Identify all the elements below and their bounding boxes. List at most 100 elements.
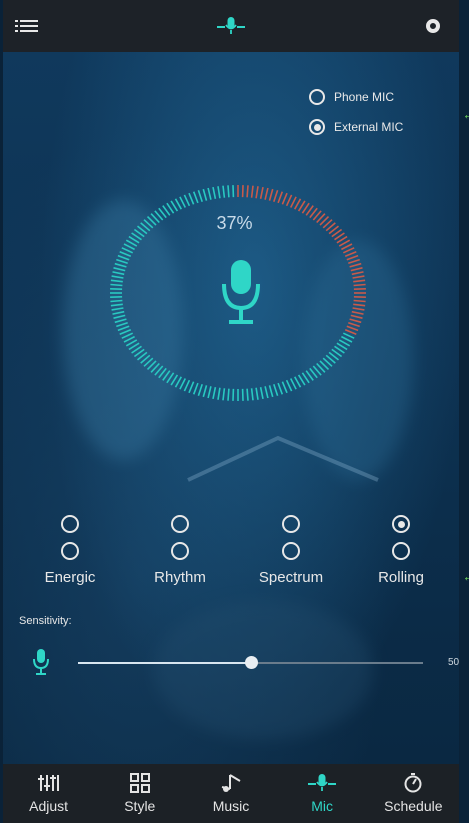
gauge-tick (342, 247, 355, 254)
tab-label: Style (124, 798, 156, 814)
tab-label: Music (212, 798, 250, 814)
gauge-tick (110, 299, 123, 303)
mode-label: Spectrum (258, 569, 324, 586)
gauge-tick (179, 196, 187, 208)
mode-radio[interactable] (392, 542, 410, 560)
gauge-tick (192, 382, 199, 395)
gauge-tick (250, 185, 254, 198)
mode-rhythm: Rhythm (135, 515, 225, 586)
gauge-tick (346, 254, 359, 261)
gauge-tick (350, 314, 363, 319)
gauge-tick (117, 325, 130, 332)
gauge-tick (222, 185, 226, 198)
gauge-tick (227, 388, 230, 401)
phone-mic-option[interactable]: Phone MIC (309, 82, 403, 112)
slider-fill (78, 662, 251, 664)
tab-label: Schedule (384, 798, 443, 814)
gauge-tick (255, 186, 259, 199)
gauge-tick (268, 385, 274, 398)
mode-radio[interactable] (171, 542, 189, 560)
annotation-arrow-icon: ← (462, 106, 469, 122)
gauge-tick (277, 382, 284, 395)
mode-radio[interactable] (61, 515, 79, 533)
menu-button[interactable] (3, 0, 55, 52)
gauge-tick (188, 381, 195, 394)
mode-radio[interactable] (61, 542, 79, 560)
microphone-icon (33, 649, 49, 675)
gauge-tick (285, 194, 293, 207)
gauge-tick (259, 186, 264, 199)
app-screen: Phone MIC External MIC 37% Energic Rhyth… (3, 0, 459, 823)
mic-icon (308, 774, 337, 791)
mode-spectrum: Spectrum (246, 515, 336, 586)
top-bar (3, 0, 459, 52)
external-mic-option[interactable]: External MIC (309, 112, 403, 142)
mode-label: Rhythm (154, 569, 206, 586)
external-mic-label: External MIC (334, 120, 404, 134)
phone-mic-radio[interactable] (309, 89, 325, 105)
gauge-tick (217, 387, 221, 400)
gauge-tick (114, 262, 127, 268)
settings-button[interactable] (407, 0, 459, 52)
tab-style[interactable]: Style (96, 764, 184, 823)
gauge-tick (119, 250, 132, 258)
tab-mic[interactable]: Mic (278, 764, 366, 823)
mode-energic: Energic (25, 515, 115, 586)
gauge-tick (294, 198, 302, 210)
gauge-tick (351, 310, 364, 315)
gauge-tick (222, 388, 226, 401)
menu-icon (15, 17, 38, 35)
slider-thumb[interactable] (244, 656, 258, 669)
gauge-tick (353, 299, 366, 303)
gauge-tick (110, 283, 123, 287)
background-blur (153, 600, 373, 740)
tab-adjust[interactable]: Adjust (5, 764, 93, 823)
external-mic-radio[interactable] (309, 119, 325, 135)
gauge-tick (174, 376, 182, 388)
gauge-tick (119, 328, 132, 336)
sensitivity-slider[interactable] (78, 656, 423, 669)
gauge-tick (197, 384, 203, 396)
gauge-tick (289, 196, 297, 208)
gauge-tick (281, 381, 288, 394)
mode-label: Rolling (378, 569, 424, 586)
settings-icon (426, 19, 440, 33)
gauge-tick (117, 254, 130, 261)
gauge-tick (264, 386, 269, 399)
gauge-tick (349, 262, 362, 268)
gauge-tick (197, 190, 203, 202)
microphone-icon (222, 260, 260, 324)
gauge-tick (255, 387, 259, 400)
gauge-tick (344, 328, 357, 336)
mode-radio[interactable] (282, 515, 300, 533)
music-icon (221, 774, 241, 792)
gauge-tick (268, 188, 274, 201)
background-decoration (187, 435, 379, 482)
gauge-tick (113, 267, 126, 272)
gauge-tick (188, 192, 195, 205)
gauge-tick (264, 187, 269, 200)
gauge-tick (246, 185, 249, 198)
gauge-tick (112, 310, 125, 315)
gauge-tick (192, 191, 199, 204)
gauge-tick (207, 187, 212, 200)
tab-schedule[interactable]: Schedule (369, 764, 457, 823)
mode-rolling: Rolling (356, 515, 446, 586)
gauge-tick (116, 321, 128, 328)
mode-radio[interactable] (171, 515, 189, 533)
gauge-tick (246, 388, 249, 401)
gauge-tick (285, 379, 293, 392)
mode-radio[interactable] (282, 542, 300, 560)
tab-label: Mic (311, 798, 334, 814)
gauge-tick (273, 190, 279, 202)
gauge-tick (183, 379, 191, 392)
gauge-tick (179, 378, 187, 390)
tab-music[interactable]: Music (187, 764, 275, 823)
mode-radio[interactable] (392, 515, 410, 533)
mic-logo-icon (205, 0, 257, 52)
gauge-tick (212, 186, 217, 199)
gauge-tick (351, 271, 364, 276)
phone-mic-label: Phone MIC (334, 90, 395, 104)
tab-label: Adjust (29, 798, 69, 814)
gauge-tick (342, 332, 355, 339)
